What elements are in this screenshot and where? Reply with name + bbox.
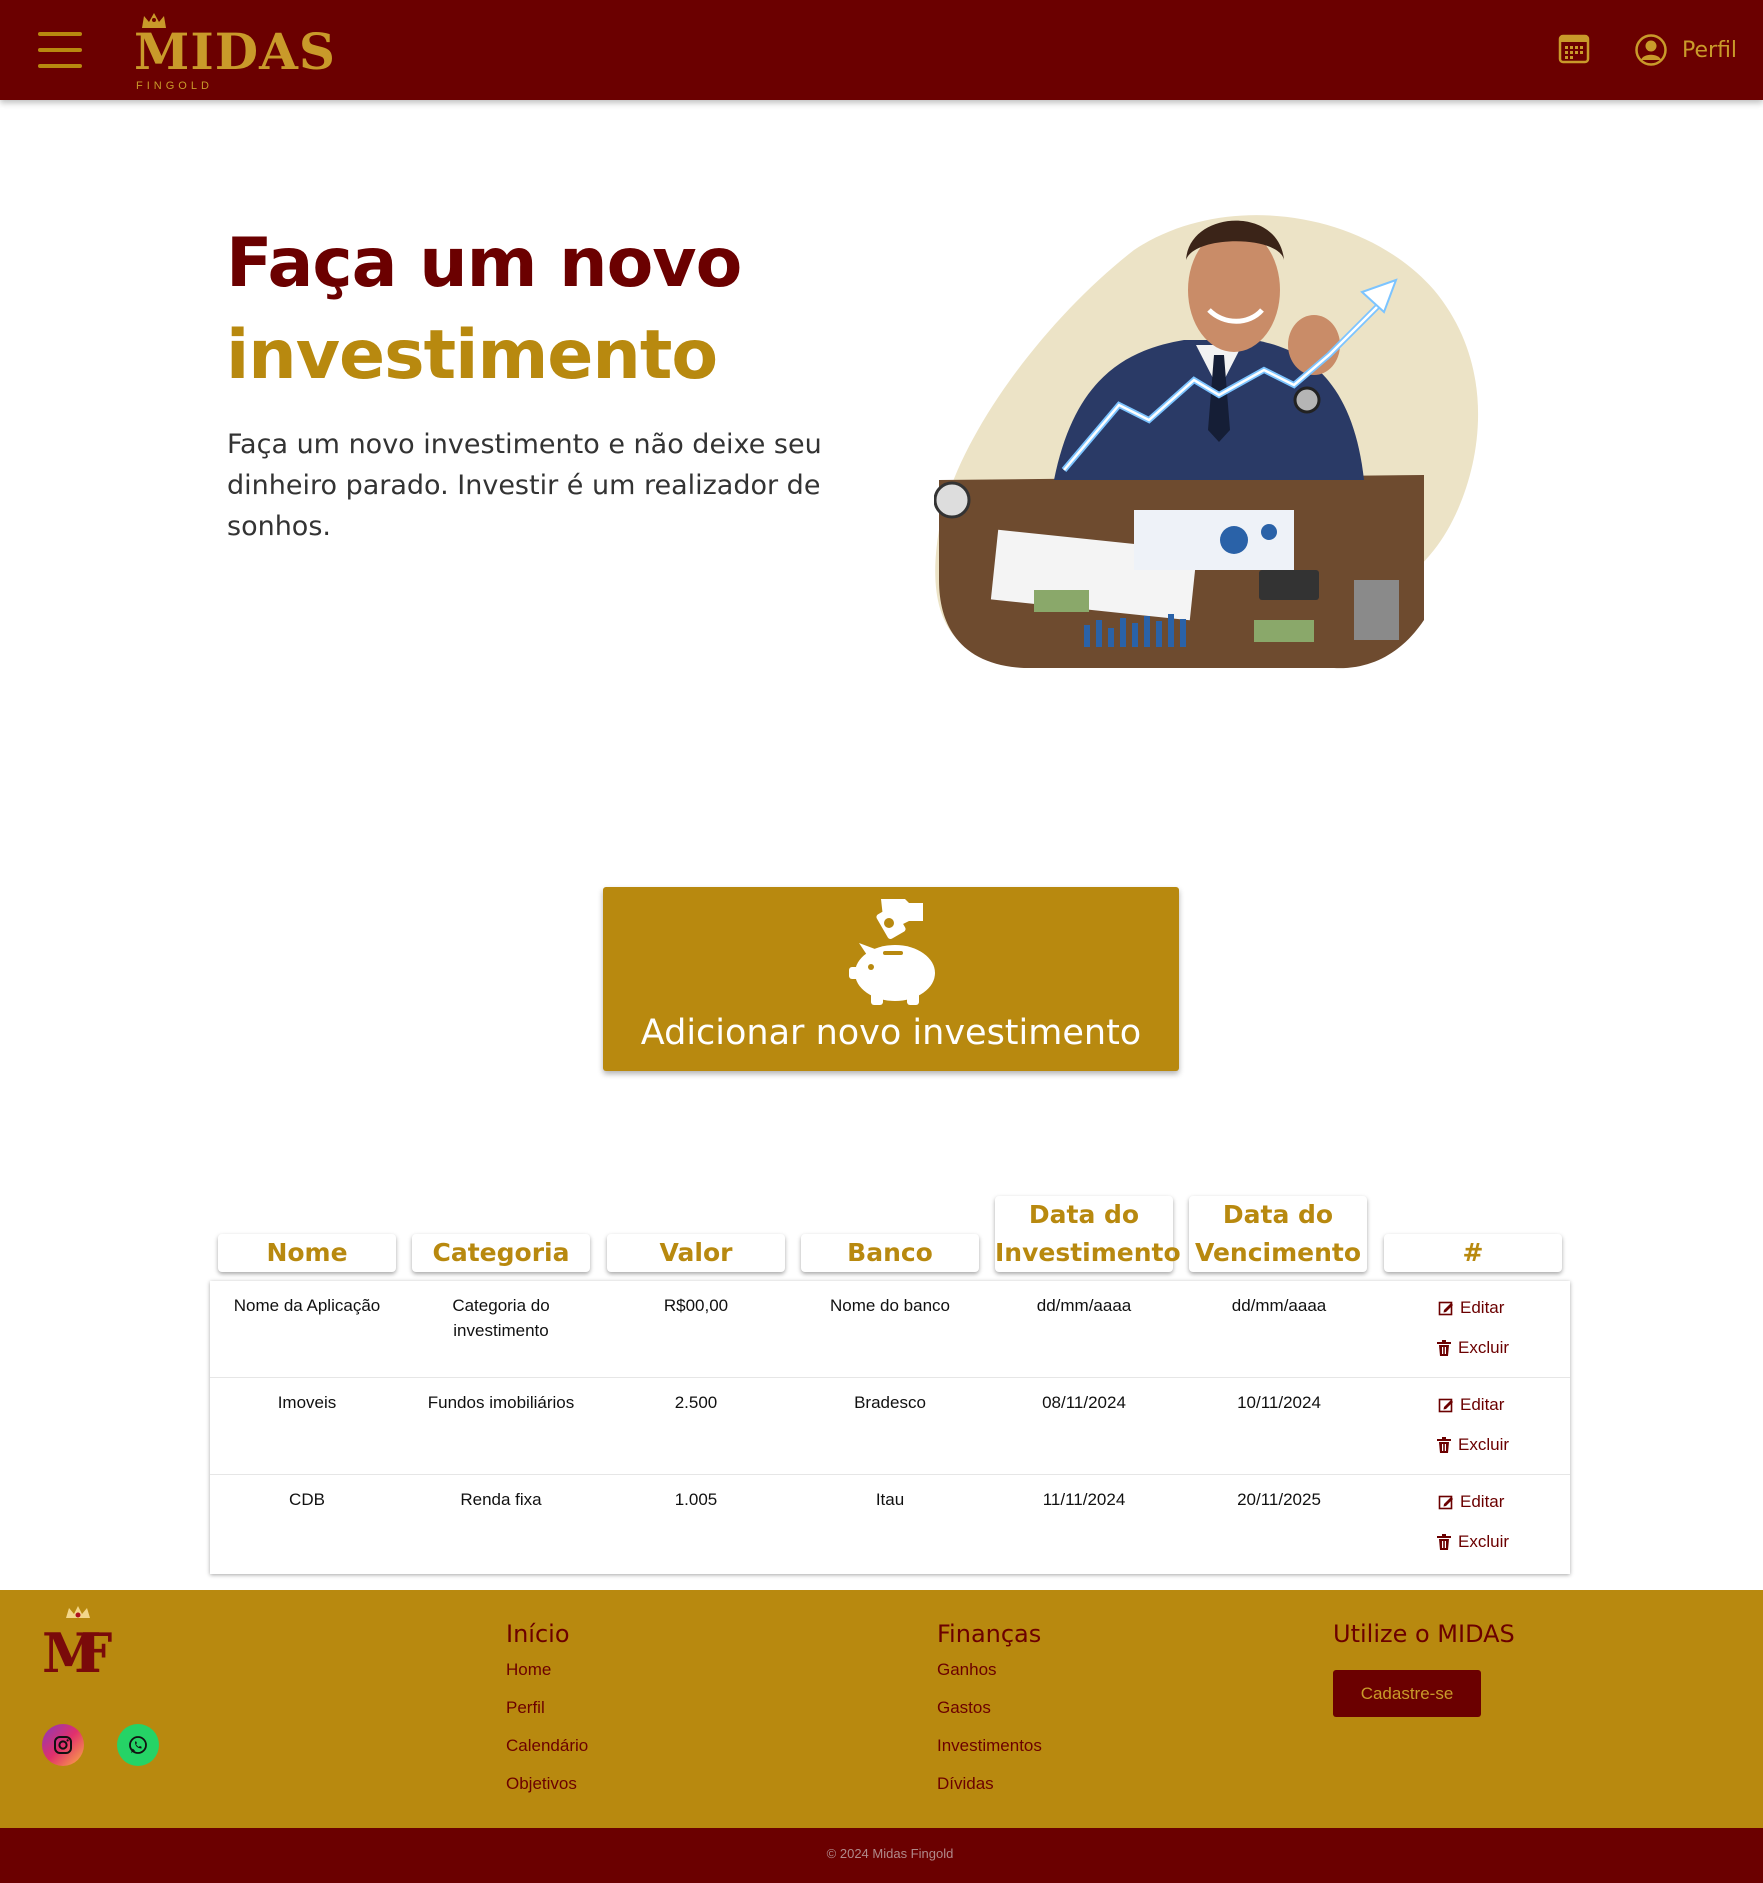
table-row: Nome da Aplicação Categoria do investime… xyxy=(210,1281,1570,1378)
profile-link[interactable]: Perfil xyxy=(1634,30,1737,70)
footer-link-investimentos[interactable]: Investimentos xyxy=(937,1736,1042,1756)
edit-button[interactable]: Editar xyxy=(1438,1492,1504,1512)
logo-subtitle: FINGOLD xyxy=(136,80,213,92)
signup-button[interactable]: Cadastre-se xyxy=(1333,1670,1481,1717)
investments-table: Nome da Aplicação Categoria do investime… xyxy=(210,1281,1570,1574)
cell-valor: R$00,00 xyxy=(663,1296,729,1315)
cell-data-investimento: dd/mm/aaaa xyxy=(1036,1296,1132,1315)
footer-title-inicio: Início xyxy=(506,1620,570,1648)
column-header-data-vencimento: Data do Vencimento xyxy=(1189,1196,1367,1272)
trash-icon xyxy=(1437,1340,1451,1356)
page-title-line2: investimento xyxy=(226,316,718,395)
cell-data-vencimento: 10/11/2024 xyxy=(1237,1393,1321,1412)
cell-categoria: Fundos imobiliários xyxy=(427,1393,575,1412)
page-title-line1: Faça um novo xyxy=(226,224,742,303)
table-row: Imoveis Fundos imobiliários 2.500 Brades… xyxy=(210,1378,1570,1475)
cell-nome: Nome da Aplicação xyxy=(233,1296,381,1315)
copyright-bar: © 2024 Midas Fingold xyxy=(0,1828,1763,1883)
footer-link-ganhos[interactable]: Ganhos xyxy=(937,1660,997,1680)
cell-banco: Itau xyxy=(875,1490,905,1509)
footer-title-financas: Finanças xyxy=(937,1620,1042,1648)
page-title: Faça um novo investimento xyxy=(226,218,742,402)
cell-data-vencimento: 20/11/2025 xyxy=(1237,1490,1321,1509)
calendar-icon[interactable] xyxy=(1558,32,1590,64)
logo-text: MIDAS xyxy=(134,22,336,81)
column-header-categoria: Categoria xyxy=(412,1234,590,1272)
cell-valor: 2.500 xyxy=(674,1393,718,1412)
cell-categoria: Categoria do investimento xyxy=(452,1296,550,1340)
logo[interactable]: MIDAS FINGOLD xyxy=(134,8,335,92)
delete-button[interactable]: Excluir xyxy=(1436,1532,1509,1552)
footer-link-dividas[interactable]: Dívidas xyxy=(937,1774,994,1794)
footer-link-home[interactable]: Home xyxy=(506,1660,551,1680)
edit-button[interactable]: Editar xyxy=(1438,1298,1504,1318)
cell-banco: Bradesco xyxy=(854,1393,926,1412)
footer: M F Início Home Perfil Calendário Objeti… xyxy=(0,1590,1763,1828)
cell-nome: Imoveis xyxy=(277,1393,337,1412)
trash-icon xyxy=(1437,1437,1451,1453)
top-navbar: MIDAS FINGOLD Perfil xyxy=(0,0,1763,100)
whatsapp-icon xyxy=(129,1736,147,1754)
edit-icon xyxy=(1438,1495,1453,1510)
footer-cta-title: Utilize o MIDAS xyxy=(1333,1620,1515,1648)
column-header-valor: Valor xyxy=(607,1234,785,1272)
cell-data-vencimento: dd/mm/aaaa xyxy=(1231,1296,1327,1315)
profile-label: Perfil xyxy=(1682,37,1738,63)
edit-icon xyxy=(1438,1398,1453,1413)
footer-link-gastos[interactable]: Gastos xyxy=(937,1698,991,1718)
cell-banco: Nome do banco xyxy=(829,1296,951,1315)
cell-categoria: Renda fixa xyxy=(460,1490,542,1509)
add-investment-button[interactable]: Adicionar novo investimento xyxy=(603,887,1179,1071)
instagram-button[interactable] xyxy=(42,1724,84,1766)
footer-link-perfil[interactable]: Perfil xyxy=(506,1698,545,1718)
column-header-banco: Banco xyxy=(801,1234,979,1272)
cell-data-investimento: 08/11/2024 xyxy=(1042,1393,1126,1412)
footer-logo[interactable]: M F xyxy=(40,1606,116,1678)
svg-text:F: F xyxy=(74,1621,112,1678)
add-investment-label: Adicionar novo investimento xyxy=(640,1013,1142,1053)
footer-link-calendario[interactable]: Calendário xyxy=(506,1736,588,1756)
instagram-icon xyxy=(54,1736,72,1754)
delete-button[interactable]: Excluir xyxy=(1436,1338,1509,1358)
table-row: CDB Renda fixa 1.005 Itau 11/11/2024 20/… xyxy=(210,1475,1570,1572)
cell-data-investimento: 11/11/2024 xyxy=(1042,1490,1126,1509)
menu-icon[interactable] xyxy=(38,32,82,68)
piggy-bank-icon xyxy=(849,899,935,1005)
hero-description: Faça um novo investimento e não deixe se… xyxy=(227,429,822,542)
column-header-nome: Nome xyxy=(218,1234,396,1272)
delete-button[interactable]: Excluir xyxy=(1436,1435,1509,1455)
cell-nome: CDB xyxy=(289,1490,325,1509)
edit-button[interactable]: Editar xyxy=(1438,1395,1504,1415)
hero-illustration xyxy=(934,215,1479,669)
footer-link-objetivos[interactable]: Objetivos xyxy=(506,1774,577,1794)
edit-icon xyxy=(1438,1301,1453,1316)
trash-icon xyxy=(1437,1534,1451,1550)
whatsapp-button[interactable] xyxy=(117,1724,159,1766)
column-header-actions: # xyxy=(1384,1234,1562,1272)
user-circle-icon xyxy=(1635,34,1667,66)
column-header-data-investimento: Data do Investimento xyxy=(995,1196,1181,1272)
cell-valor: 1.005 xyxy=(674,1490,718,1509)
copyright-text: © 2024 Midas Fingold xyxy=(826,1846,954,1861)
